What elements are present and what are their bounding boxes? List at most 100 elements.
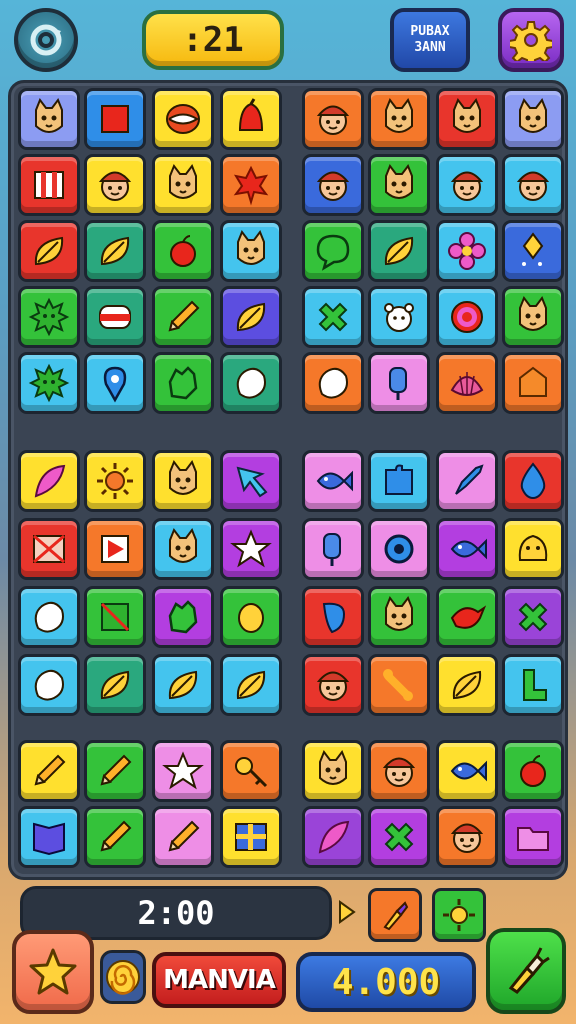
game-tile[interactable]: [368, 352, 430, 414]
game-tile[interactable]: [220, 352, 282, 414]
cat-face-icon: [237, 229, 265, 265]
game-tile[interactable]: [436, 450, 498, 512]
game-tile[interactable]: [220, 88, 282, 150]
game-tile[interactable]: [302, 450, 364, 512]
game-tile[interactable]: [302, 740, 364, 802]
game-tile[interactable]: [220, 154, 282, 216]
torch-hint-icon: [508, 947, 550, 994]
game-tile[interactable]: [436, 352, 498, 414]
game-tile[interactable]: [152, 450, 214, 512]
game-tile[interactable]: [220, 806, 282, 868]
game-tile[interactable]: [152, 654, 214, 716]
game-tile[interactable]: [502, 806, 564, 868]
game-tile[interactable]: [18, 586, 80, 648]
game-tile[interactable]: [502, 586, 564, 648]
game-tile[interactable]: [302, 88, 364, 150]
game-tile[interactable]: [18, 352, 80, 414]
game-tile[interactable]: [502, 352, 564, 414]
game-tile[interactable]: [84, 88, 146, 150]
game-tile[interactable]: [152, 88, 214, 150]
game-tile[interactable]: [18, 450, 80, 512]
game-tile[interactable]: [18, 154, 80, 216]
game-tile[interactable]: [152, 806, 214, 868]
game-tile[interactable]: [368, 654, 430, 716]
game-tile[interactable]: [436, 154, 498, 216]
game-tile[interactable]: [152, 352, 214, 414]
game-tile[interactable]: [152, 220, 214, 282]
game-tile[interactable]: [18, 88, 80, 150]
game-tile[interactable]: [84, 352, 146, 414]
game-tile[interactable]: [502, 518, 564, 580]
game-tile[interactable]: [302, 586, 364, 648]
game-tile[interactable]: [502, 154, 564, 216]
game-tile[interactable]: [84, 450, 146, 512]
game-tile[interactable]: [302, 220, 364, 282]
game-tile[interactable]: [18, 654, 80, 716]
game-tile[interactable]: [220, 740, 282, 802]
game-tile[interactable]: [84, 586, 146, 648]
game-tile[interactable]: [220, 220, 282, 282]
game-tile[interactable]: [18, 740, 80, 802]
game-tile[interactable]: [18, 220, 80, 282]
game-tile[interactable]: [502, 654, 564, 716]
back-button[interactable]: [14, 8, 78, 72]
spiral-button[interactable]: [100, 950, 146, 1004]
game-tile[interactable]: [220, 450, 282, 512]
game-tile[interactable]: [18, 806, 80, 868]
game-tile[interactable]: [368, 518, 430, 580]
favorites-button[interactable]: [12, 930, 94, 1014]
game-tile[interactable]: [502, 740, 564, 802]
player-badge[interactable]: PUBAX 3ANN: [390, 8, 470, 72]
game-tile[interactable]: [220, 286, 282, 348]
game-tile[interactable]: [302, 154, 364, 216]
play-arrow-icon[interactable]: [338, 900, 356, 924]
player-name-button[interactable]: MANVIA: [152, 952, 286, 1008]
game-tile[interactable]: [436, 286, 498, 348]
game-tile[interactable]: [368, 154, 430, 216]
game-tile[interactable]: [436, 88, 498, 150]
game-tile[interactable]: [436, 220, 498, 282]
game-tile[interactable]: [152, 740, 214, 802]
game-tile[interactable]: [84, 286, 146, 348]
game-tile[interactable]: [18, 518, 80, 580]
game-tile[interactable]: [368, 220, 430, 282]
game-tile[interactable]: [436, 740, 498, 802]
game-tile[interactable]: [220, 518, 282, 580]
game-tile[interactable]: [84, 740, 146, 802]
game-tile[interactable]: [368, 286, 430, 348]
game-tile[interactable]: [84, 220, 146, 282]
game-tile[interactable]: [436, 518, 498, 580]
game-tile[interactable]: [220, 654, 282, 716]
game-tile[interactable]: [502, 450, 564, 512]
game-tile[interactable]: [220, 586, 282, 648]
game-tile[interactable]: [152, 154, 214, 216]
game-tile[interactable]: [368, 88, 430, 150]
game-tile[interactable]: [436, 586, 498, 648]
game-tile[interactable]: [368, 450, 430, 512]
game-tile[interactable]: [368, 806, 430, 868]
game-tile[interactable]: [84, 654, 146, 716]
game-tile[interactable]: [302, 654, 364, 716]
game-tile[interactable]: [18, 286, 80, 348]
game-tile[interactable]: [368, 586, 430, 648]
game-tile[interactable]: [84, 518, 146, 580]
powerup-slot-1[interactable]: [368, 888, 422, 942]
game-tile[interactable]: [152, 518, 214, 580]
hint-button[interactable]: [486, 928, 566, 1014]
game-tile[interactable]: [436, 806, 498, 868]
game-tile[interactable]: [152, 286, 214, 348]
settings-button[interactable]: [498, 8, 564, 72]
game-tile[interactable]: [84, 154, 146, 216]
game-tile[interactable]: [302, 352, 364, 414]
powerup-slot-2[interactable]: [432, 888, 486, 942]
game-tile[interactable]: [302, 518, 364, 580]
game-tile[interactable]: [502, 220, 564, 282]
game-tile[interactable]: [302, 806, 364, 868]
game-tile[interactable]: [502, 88, 564, 150]
game-tile[interactable]: [436, 654, 498, 716]
game-tile[interactable]: [368, 740, 430, 802]
game-tile[interactable]: [84, 806, 146, 868]
game-tile[interactable]: [502, 286, 564, 348]
game-tile[interactable]: [152, 586, 214, 648]
game-tile[interactable]: [302, 286, 364, 348]
